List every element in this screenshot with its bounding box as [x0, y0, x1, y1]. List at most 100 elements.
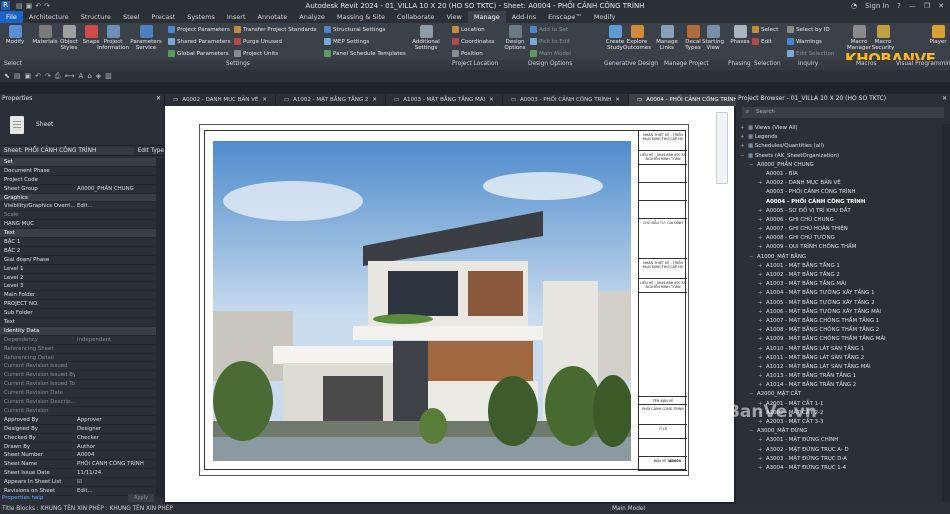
- expand-icon[interactable]: +: [758, 225, 766, 234]
- expand-icon[interactable]: +: [758, 335, 766, 344]
- expand-icon[interactable]: −: [749, 253, 757, 262]
- property-row[interactable]: Designed By Designer: [0, 425, 156, 434]
- open-icon[interactable]: ▤: [16, 2, 23, 10]
- property-value[interactable]: [75, 309, 156, 317]
- tag-icon[interactable]: A: [79, 72, 84, 80]
- ribbon-small-button[interactable]: Warnings: [787, 38, 822, 45]
- expand-icon[interactable]: +: [758, 418, 766, 427]
- expand-icon[interactable]: +: [758, 299, 766, 308]
- browser-item[interactable]: + A1007 - MẶT BẰNG CHỐNG THẤM TẦNG 1: [736, 317, 941, 326]
- ribbon-small-button[interactable]: Coordinates: [452, 38, 495, 45]
- save-icon[interactable]: ▣: [26, 2, 33, 10]
- expand-icon[interactable]: +: [740, 133, 748, 142]
- ribbon-tab[interactable]: Analyze: [293, 11, 331, 23]
- property-row[interactable]: Current Revision: [0, 407, 156, 416]
- ribbon-button[interactable]: Modify: [2, 25, 28, 45]
- revit-logo[interactable]: R: [1, 1, 10, 10]
- ribbon-button[interactable]: Parameters Service: [130, 25, 162, 51]
- property-row[interactable]: Drawn By Author: [0, 443, 156, 452]
- redo-icon[interactable]: ↷: [44, 2, 50, 10]
- ribbon-tab[interactable]: Architecture: [23, 11, 75, 23]
- browser-item[interactable]: − A0000_PHẦN CHUNG: [736, 161, 941, 170]
- property-value[interactable]: A0000_PHẦN CHUNG: [75, 185, 156, 193]
- browser-item[interactable]: + A1004 - MẶT BẰNG TƯỜNG XÂY TẦNG 1: [736, 289, 941, 298]
- open-file-icon[interactable]: ▤: [14, 72, 21, 80]
- expand-icon[interactable]: +: [758, 446, 766, 455]
- ribbon-button[interactable]: Manage Links: [654, 25, 680, 51]
- ribbon-small-button[interactable]: Select by ID: [787, 26, 830, 33]
- help-icon[interactable]: ?: [897, 2, 901, 10]
- property-value[interactable]: [75, 265, 156, 273]
- ribbon-tab[interactable]: Annotate: [252, 11, 294, 23]
- property-value[interactable]: [75, 327, 156, 335]
- ribbon-tab[interactable]: Massing & Site: [331, 11, 391, 23]
- ribbon-tab[interactable]: File: [0, 11, 23, 23]
- browser-item[interactable]: + A0006 - GHI CHÚ CHUNG: [736, 216, 941, 225]
- property-row[interactable]: Current Revision Descrip...: [0, 398, 156, 407]
- property-row[interactable]: Sheet Issue Date 11/11/24: [0, 469, 156, 479]
- expand-icon[interactable]: +: [758, 308, 766, 317]
- browser-item[interactable]: + A2002 - MẶT CẮT 2-2: [736, 409, 941, 418]
- modify-icon[interactable]: ⬉: [4, 72, 10, 80]
- active-model[interactable]: Main Model: [612, 504, 645, 514]
- property-value[interactable]: Author: [75, 443, 156, 451]
- ribbon-button[interactable]: Design Options: [502, 25, 528, 51]
- instance-dropdown[interactable]: Sheet: PHỐI CẢNH CÔNG TRÌNH: [2, 146, 134, 155]
- navigation-bar[interactable]: [716, 112, 728, 184]
- expand-icon[interactable]: +: [740, 142, 748, 151]
- ribbon-small-button[interactable]: Project Units: [234, 50, 278, 57]
- browser-item[interactable]: + A1011 - MẶT BẰNG LÁT SÀN TẦNG 2: [736, 354, 941, 363]
- browser-item[interactable]: + A1003 - MẶT BẰNG TẦNG MÁI: [736, 280, 941, 289]
- property-value[interactable]: ☑: [75, 478, 156, 486]
- property-value[interactable]: [75, 371, 156, 379]
- 3d-view-icon[interactable]: ⌂: [87, 72, 91, 80]
- expand-icon[interactable]: +: [758, 216, 766, 225]
- property-value[interactable]: [75, 211, 156, 219]
- ribbon-button[interactable]: Macro Manager: [846, 25, 872, 51]
- property-value[interactable]: [75, 318, 156, 326]
- expand-icon[interactable]: +: [758, 243, 766, 252]
- drawing-canvas[interactable]: NHÂN THIẾT KẾ - TRIỂN KHAI ĐỊNH THỰ CẤP …: [165, 106, 734, 502]
- property-row[interactable]: Identity Data: [0, 326, 156, 336]
- property-row[interactable]: Scale: [0, 211, 156, 221]
- ribbon-small-button[interactable]: Select: [752, 26, 778, 33]
- expand-icon[interactable]: −: [740, 152, 748, 161]
- expand-icon[interactable]: +: [758, 455, 766, 464]
- browser-item[interactable]: + A0007 - GHI CHÚ HOÀN THIỆN: [736, 225, 941, 234]
- property-value[interactable]: Independent: [75, 336, 156, 344]
- property-row[interactable]: Current Revision Date: [0, 389, 156, 399]
- property-row[interactable]: Checked By Checker: [0, 434, 156, 443]
- browser-item[interactable]: − ▦ Sheets (AK_SheetOrganization): [736, 152, 941, 161]
- browser-item[interactable]: + ▦ Legends: [736, 133, 941, 142]
- ribbon-small-button[interactable]: Purge Unused: [234, 38, 282, 45]
- section-icon[interactable]: ◈: [96, 72, 101, 80]
- property-value[interactable]: Checker: [75, 434, 156, 442]
- close-icon[interactable]: ✕: [938, 2, 944, 10]
- property-row[interactable]: Sheet Name PHỐI CẢNH CÔNG TRÌNH: [0, 460, 156, 470]
- expand-icon[interactable]: +: [758, 464, 766, 473]
- property-row[interactable]: Sheet Group A0000_PHẦN CHUNG: [0, 185, 156, 194]
- property-row[interactable]: Document Phase: [0, 167, 156, 176]
- property-value[interactable]: [75, 229, 156, 237]
- browser-item[interactable]: + A1001 - MẶT BẰNG TẦNG 1: [736, 262, 941, 271]
- browser-item[interactable]: + A1013 - MẶT BẰNG TRẦN TẦNG 1: [736, 372, 941, 381]
- property-value[interactable]: [75, 407, 156, 415]
- properties-help-link[interactable]: Properties help: [2, 495, 43, 501]
- expand-icon[interactable]: −: [749, 390, 757, 399]
- expand-icon[interactable]: +: [758, 409, 766, 418]
- property-value[interactable]: [75, 176, 156, 184]
- property-value[interactable]: [75, 247, 156, 255]
- property-value[interactable]: Approver: [75, 416, 156, 424]
- view-tab[interactable]: ▭ A0003 - PHỐI CẢNH CÔNG TRÌNH ✕: [503, 94, 629, 106]
- ribbon-small-button[interactable]: Global Parameters: [168, 50, 229, 57]
- browser-item[interactable]: + A1005 - MẶT BẰNG TƯỜNG XÂY TẦNG 2: [736, 299, 941, 308]
- property-value[interactable]: [75, 194, 156, 202]
- expand-icon[interactable]: +: [758, 234, 766, 243]
- property-row[interactable]: PROJECT NO.: [0, 300, 156, 310]
- property-row[interactable]: Main Folder: [0, 291, 156, 301]
- ribbon-tab[interactable]: Manage: [467, 11, 506, 23]
- browser-item[interactable]: + A2001 - MẶT CẮT 1-1: [736, 400, 941, 409]
- browser-item[interactable]: + A1006 - MẶT BẰNG TƯỜNG XÂY TẦNG MÁI: [736, 308, 941, 317]
- property-row[interactable]: HẠNG MỤC: [0, 220, 156, 230]
- property-value[interactable]: [75, 398, 156, 406]
